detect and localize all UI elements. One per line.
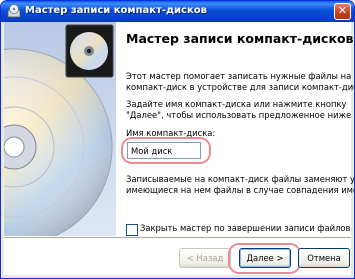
close-when-done-label[interactable]: Закрыть мастер по завершении записи файл… xyxy=(140,223,350,234)
wizard-heading: Мастер записи компакт-дисков xyxy=(126,31,354,46)
warning-text-line-2: имеющиеся на нем файлы в случае совпаден… xyxy=(126,185,355,195)
close-button[interactable]: ✕ xyxy=(334,3,351,20)
cd-disc-illustration xyxy=(4,22,116,236)
warning-text-line-1: Записываемые на компакт-диск файлы замен… xyxy=(126,174,355,184)
button-separator xyxy=(4,237,351,239)
cd-name-input[interactable] xyxy=(127,142,201,159)
intro-text-line-2: компакт-диск в устройстве для записи ком… xyxy=(126,82,355,92)
next-button[interactable]: Далее > xyxy=(239,248,291,268)
cd-name-label: Имя компакт-диска: xyxy=(126,128,216,138)
prompt-text-line-1: Задайте имя компакт-диска или нажмите кн… xyxy=(126,99,347,109)
intro-text-line-1: Этот мастер помогает записать нужные фай… xyxy=(126,71,352,81)
window-title: Мастер записи компакт-дисков xyxy=(25,5,207,16)
prompt-text-line-2: "Далее", чтобы использовать предложенное… xyxy=(126,110,355,120)
title-bar[interactable]: Мастер записи компакт-дисков ✕ xyxy=(1,1,354,22)
wizard-body: Мастер записи компакт-дисков Этот мастер… xyxy=(4,22,354,275)
back-button[interactable]: < Назад xyxy=(179,248,231,268)
cancel-button[interactable]: Отмена xyxy=(298,248,350,268)
cd-burner-icon xyxy=(7,4,21,18)
wizard-window: Мастер записи компакт-дисков ✕ Мастер за… xyxy=(0,0,355,279)
close-when-done-checkbox[interactable] xyxy=(126,224,138,236)
close-icon: ✕ xyxy=(337,4,348,17)
